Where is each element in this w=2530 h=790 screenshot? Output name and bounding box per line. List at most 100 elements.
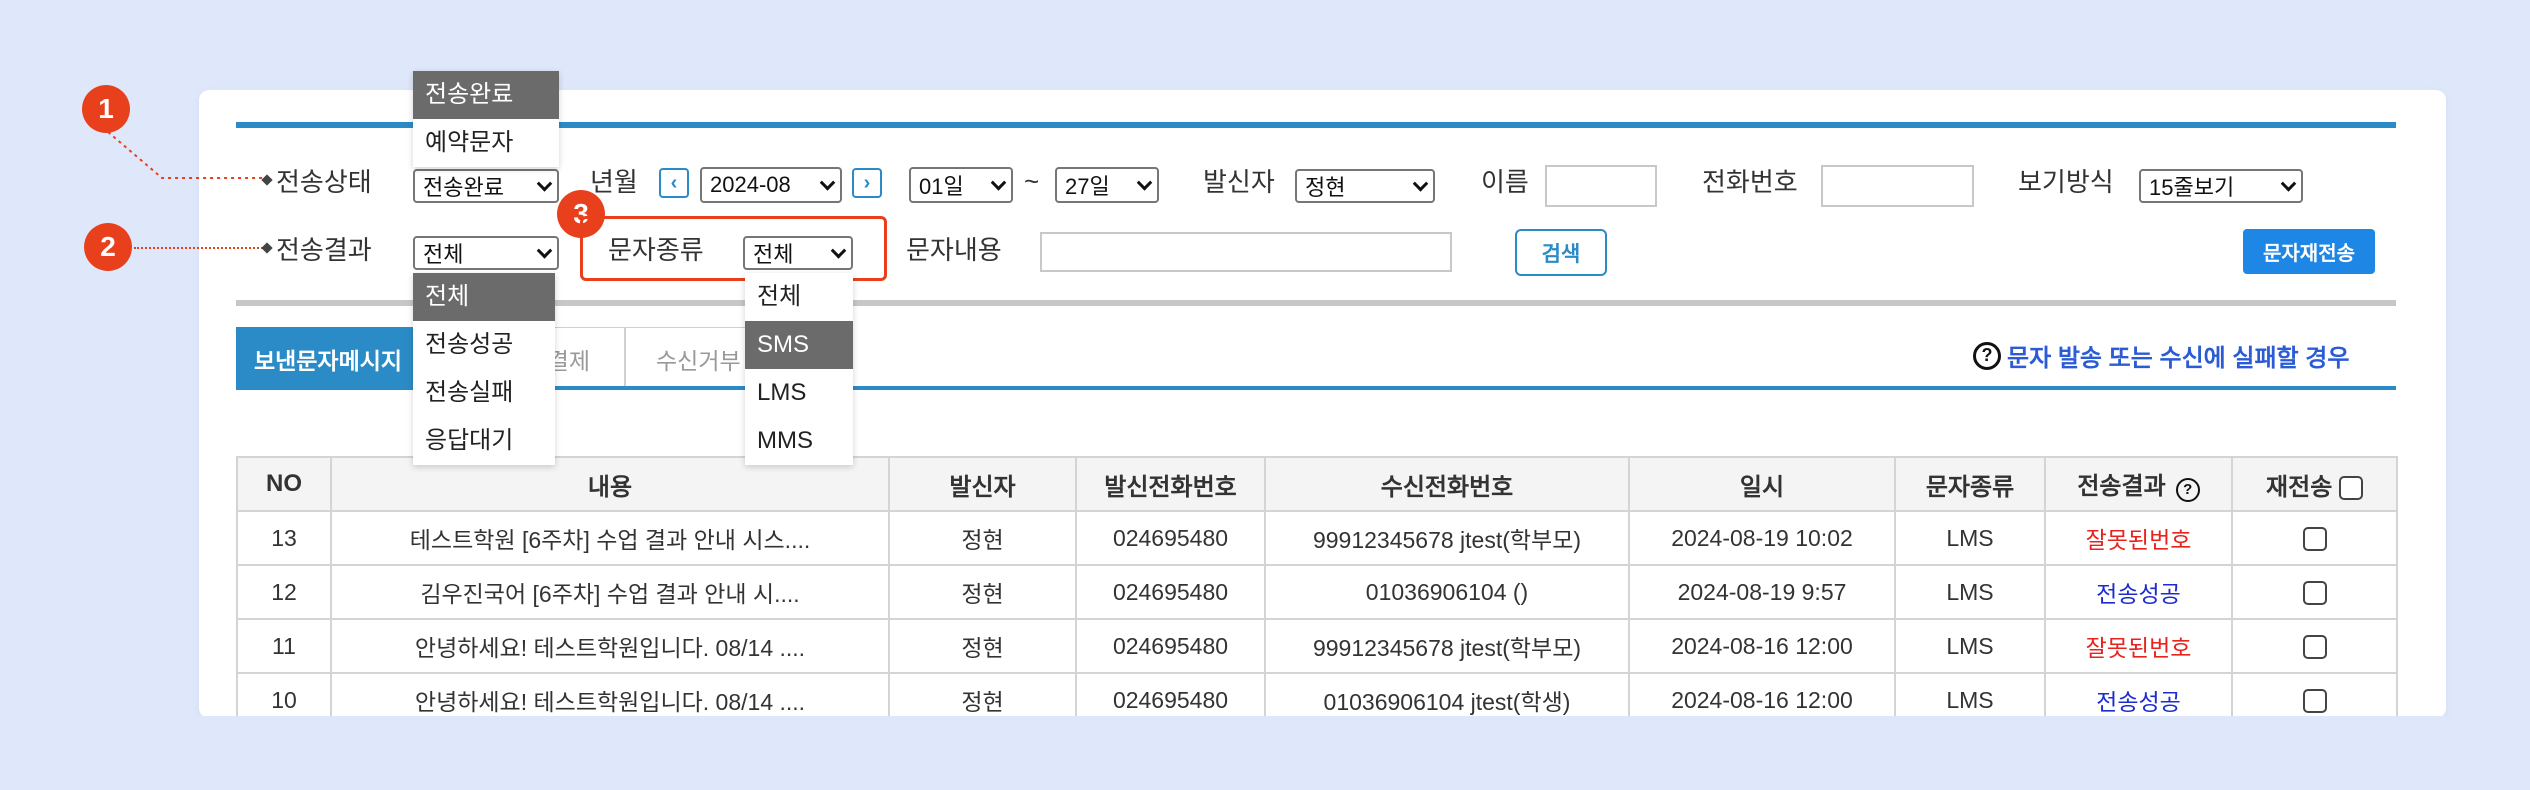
send-result-select[interactable]: 전체 (413, 236, 559, 270)
dropdown-option[interactable]: 전체 (745, 273, 853, 321)
cell-resend (2231, 564, 2398, 620)
phone-input[interactable] (1821, 165, 1974, 207)
send-status-label: 전송상태 (276, 167, 372, 197)
resend-checkbox[interactable] (2302, 581, 2327, 606)
chevron-down-icon (830, 243, 847, 259)
col-header-resend: 재전송 (2231, 456, 2398, 512)
filter-bottom-border (236, 300, 2396, 306)
cell-content[interactable]: 안녕하세요! 테스트학원입니다. 08/14 .... (330, 618, 890, 674)
chevron-down-icon (2280, 176, 2297, 192)
cell-datetime: 2024-08-19 9:57 (1628, 564, 1896, 620)
cell-message-type: LMS (1894, 564, 2046, 620)
cell-recipient-phone: 99912345678 jtest(학부모) (1264, 618, 1630, 674)
prev-month-button[interactable]: ‹ (659, 168, 689, 198)
view-mode-select[interactable]: 15줄보기 (2139, 169, 2303, 203)
dropdown-option[interactable]: LMS (745, 369, 853, 417)
sender-select[interactable]: 정현 (1295, 169, 1435, 203)
question-circle-icon: ? (1973, 341, 2001, 370)
send-status-dropdown: 전송완료 예약문자 (413, 71, 559, 167)
month-select[interactable]: 2024-08 (700, 167, 842, 203)
dropdown-option[interactable]: 전송실패 (413, 369, 555, 417)
day-from-select[interactable]: 01일 (909, 167, 1013, 203)
cell-message-type: LMS (1894, 618, 2046, 674)
col-header-send-result: 전송결과? (2044, 456, 2233, 512)
send-result-dropdown: 전체 전송성공 전송실패 응답대기 (413, 273, 555, 465)
annotation-badge-2: 2 (84, 223, 132, 271)
col-header-sender: 발신자 (888, 456, 1077, 512)
cell-sender: 정현 (888, 510, 1077, 566)
annotation-connector-2 (134, 247, 266, 249)
col-header-content: 내용 (330, 456, 890, 512)
range-tilde: ~ (1024, 166, 1040, 196)
col-header-datetime: 일시 (1628, 456, 1896, 512)
page-background-bottom (199, 716, 2446, 790)
sent-messages-table: NO 내용 발신자 발신전화번호 수신전화번호 일시 문자종류 전송결과? 재전… (236, 456, 2398, 728)
dropdown-option[interactable]: MMS (745, 417, 853, 465)
cell-send-result: 전송성공 (2044, 564, 2233, 620)
table-row[interactable]: 13 테스트학원 [6주차] 수업 결과 안내 시스.... 정현 024695… (236, 510, 2398, 566)
col-header-no: NO (236, 456, 332, 512)
resend-button[interactable]: 문자재전송 (2243, 229, 2375, 274)
chevron-left-icon: ‹ (670, 171, 678, 194)
col-header-recipient-phone: 수신전화번호 (1264, 456, 1630, 512)
cell-sender-phone: 024695480 (1075, 618, 1266, 674)
chevron-down-icon (536, 176, 553, 192)
next-month-button[interactable]: › (852, 168, 882, 198)
resend-checkbox[interactable] (2302, 527, 2327, 552)
cell-sender-phone: 024695480 (1075, 510, 1266, 566)
chevron-right-icon: › (863, 171, 871, 194)
chevron-down-icon (1412, 176, 1429, 192)
day-to-select[interactable]: 27일 (1055, 167, 1159, 203)
message-content-input[interactable] (1040, 232, 1452, 272)
cell-recipient-phone: 99912345678 jtest(학부모) (1264, 510, 1630, 566)
annotation-badge-1: 1 (82, 85, 130, 133)
dropdown-option[interactable]: 전송성공 (413, 321, 555, 369)
cell-datetime: 2024-08-16 12:00 (1628, 618, 1896, 674)
help-link-text: 문자 발송 또는 수신에 실패할 경우 (2007, 345, 2350, 372)
cell-recipient-phone: 01036906104 () (1264, 564, 1630, 620)
message-content-label: 문자내용 (906, 235, 1002, 265)
tab-sent-messages[interactable]: 보낸문자메시지 (236, 327, 420, 389)
sender-label: 발신자 (1203, 167, 1275, 197)
send-result-label: 전송결과 (276, 235, 372, 265)
send-status-select[interactable]: 전송완료 (413, 169, 559, 203)
cell-content[interactable]: 김우진국어 [6주차] 수업 결과 안내 시.... (330, 564, 890, 620)
table-header-row: NO 내용 발신자 발신전화번호 수신전화번호 일시 문자종류 전송결과? 재전… (236, 456, 2398, 512)
resend-checkbox[interactable] (2302, 689, 2327, 714)
message-type-select[interactable]: 전체 (743, 236, 853, 270)
dropdown-option[interactable]: 예약문자 (413, 119, 559, 167)
name-label: 이름 (1481, 167, 1529, 197)
col-header-sender-phone: 발신전화번호 (1075, 456, 1266, 512)
cell-sender-phone: 024695480 (1075, 564, 1266, 620)
resend-checkbox[interactable] (2302, 635, 2327, 660)
tab-underline (236, 386, 2396, 390)
table-row[interactable]: 11 안녕하세요! 테스트학원입니다. 08/14 .... 정현 024695… (236, 618, 2398, 674)
cell-content[interactable]: 테스트학원 [6주차] 수업 결과 안내 시스.... (330, 510, 890, 566)
search-button[interactable]: 검색 (1515, 229, 1607, 276)
chevron-down-icon (990, 175, 1007, 191)
cell-resend (2231, 510, 2398, 566)
cell-message-type: LMS (1894, 510, 2046, 566)
top-border-line (236, 122, 2396, 128)
help-link[interactable]: ? 문자 발송 또는 수신에 실패할 경우 (1973, 338, 2349, 373)
cell-sender: 정현 (888, 564, 1077, 620)
cell-resend (2231, 618, 2398, 674)
dropdown-option[interactable]: SMS (745, 321, 853, 369)
cell-send-result: 잘못된번호 (2044, 510, 2233, 566)
message-type-dropdown: 전체 SMS LMS MMS (745, 273, 853, 465)
chevron-down-icon (536, 243, 553, 259)
select-all-checkbox[interactable] (2338, 476, 2363, 501)
month-label: 년월 (590, 167, 638, 197)
table-row[interactable]: 12 김우진국어 [6주차] 수업 결과 안내 시.... 정현 0246954… (236, 564, 2398, 620)
question-circle-icon[interactable]: ? (2175, 477, 2200, 502)
cell-no: 12 (236, 564, 332, 620)
cell-sender: 정현 (888, 618, 1077, 674)
dropdown-option[interactable]: 전체 (413, 273, 555, 321)
cell-no: 13 (236, 510, 332, 566)
col-header-message-type: 문자종류 (1894, 456, 2046, 512)
phone-label: 전화번호 (1702, 167, 1798, 197)
view-mode-label: 보기방식 (2018, 167, 2114, 197)
dropdown-option[interactable]: 응답대기 (413, 417, 555, 465)
dropdown-option[interactable]: 전송완료 (413, 71, 559, 119)
name-input[interactable] (1545, 165, 1657, 207)
